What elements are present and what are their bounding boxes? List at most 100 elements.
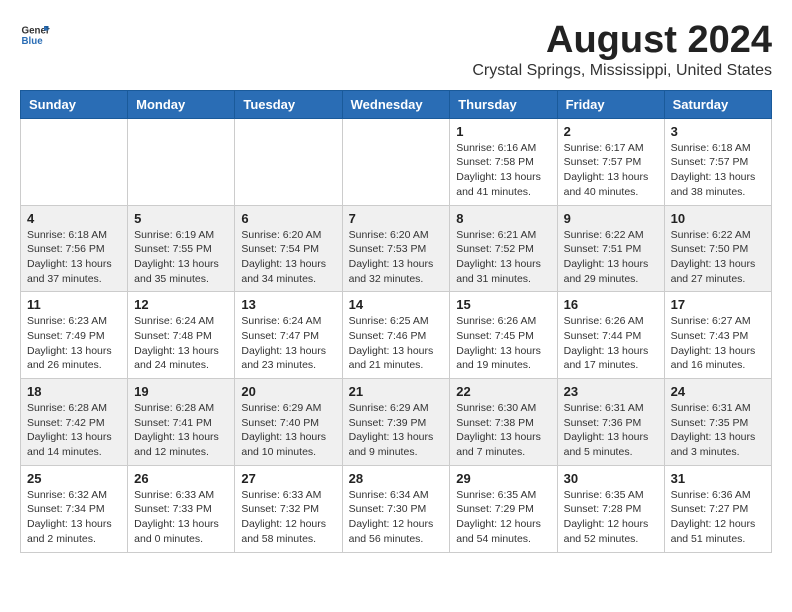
cell-date: 29 xyxy=(456,471,550,486)
cell-info: Sunrise: 6:24 AMSunset: 7:48 PMDaylight:… xyxy=(134,314,228,373)
calendar-cell: 19Sunrise: 6:28 AMSunset: 7:41 PMDayligh… xyxy=(128,379,235,466)
cell-info: Sunrise: 6:27 AMSunset: 7:43 PMDaylight:… xyxy=(671,314,765,373)
svg-text:Blue: Blue xyxy=(22,36,44,47)
day-header-tuesday: Tuesday xyxy=(235,90,342,118)
cell-info: Sunrise: 6:34 AMSunset: 7:30 PMDaylight:… xyxy=(349,488,444,547)
day-header-thursday: Thursday xyxy=(450,90,557,118)
cell-date: 10 xyxy=(671,211,765,226)
cell-info: Sunrise: 6:29 AMSunset: 7:39 PMDaylight:… xyxy=(349,401,444,460)
cell-date: 3 xyxy=(671,124,765,139)
calendar-cell: 25 Sunrise: 6:32 AMSunset: 7:34 PMDayligh… xyxy=(21,465,128,552)
calendar-cell: 29Sunrise: 6:35 AMSunset: 7:29 PMDayligh… xyxy=(450,465,557,552)
cell-date: 8 xyxy=(456,211,550,226)
cell-info: Sunrise: 6:35 AMSunset: 7:28 PMDaylight:… xyxy=(564,488,658,547)
cell-date: 1 xyxy=(456,124,550,139)
cell-info: Sunrise: 6:25 AMSunset: 7:46 PMDaylight:… xyxy=(349,314,444,373)
cell-info: Sunrise: 6:16 AMSunset: 7:58 PMDaylight:… xyxy=(456,141,550,200)
cell-date: 27 xyxy=(241,471,335,486)
calendar-cell xyxy=(21,118,128,205)
cell-info: Sunrise: 6:18 AMSunset: 7:56 PMDaylight:… xyxy=(27,228,121,287)
calendar-cell xyxy=(235,118,342,205)
calendar-cell: 17 Sunrise: 6:27 AMSunset: 7:43 PMDayligh… xyxy=(664,292,771,379)
cell-info: Sunrise: 6:22 AMSunset: 7:51 PMDaylight:… xyxy=(564,228,658,287)
cell-info: Sunrise: 6:33 AMSunset: 7:33 PMDaylight:… xyxy=(134,488,228,547)
cell-date: 25 xyxy=(27,471,121,486)
cell-date: 26 xyxy=(134,471,228,486)
cell-info: Sunrise: 6:28 AMSunset: 7:42 PMDaylight:… xyxy=(27,401,121,460)
cell-date: 13 xyxy=(241,297,335,312)
calendar-cell: 9Sunrise: 6:22 AMSunset: 7:51 PMDaylight… xyxy=(557,205,664,292)
calendar-cell xyxy=(342,118,450,205)
calendar-cell: 12 Sunrise: 6:24 AMSunset: 7:48 PMDayligh… xyxy=(128,292,235,379)
cell-info: Sunrise: 6:20 AMSunset: 7:54 PMDaylight:… xyxy=(241,228,335,287)
cell-date: 7 xyxy=(349,211,444,226)
cell-info: Sunrise: 6:29 AMSunset: 7:40 PMDaylight:… xyxy=(241,401,335,460)
cell-info: Sunrise: 6:33 AMSunset: 7:32 PMDaylight:… xyxy=(241,488,335,547)
cell-date: 24 xyxy=(671,384,765,399)
calendar-cell: 24 Sunrise: 6:31 AMSunset: 7:35 PMDayligh… xyxy=(664,379,771,466)
location-title: Crystal Springs, Mississippi, United Sta… xyxy=(472,62,772,80)
calendar-cell: 14 Sunrise: 6:25 AMSunset: 7:46 PMDayligh… xyxy=(342,292,450,379)
cell-info: Sunrise: 6:20 AMSunset: 7:53 PMDaylight:… xyxy=(349,228,444,287)
cell-info: Sunrise: 6:21 AMSunset: 7:52 PMDaylight:… xyxy=(456,228,550,287)
cell-info: Sunrise: 6:17 AMSunset: 7:57 PMDaylight:… xyxy=(564,141,658,200)
day-header-monday: Monday xyxy=(128,90,235,118)
cell-info: Sunrise: 6:32 AMSunset: 7:34 PMDaylight:… xyxy=(27,488,121,547)
calendar-cell: 13 Sunrise: 6:24 AMSunset: 7:47 PMDayligh… xyxy=(235,292,342,379)
cell-date: 15 xyxy=(456,297,550,312)
cell-info: Sunrise: 6:26 AMSunset: 7:45 PMDaylight:… xyxy=(456,314,550,373)
calendar-cell: 30 Sunrise: 6:35 AMSunset: 7:28 PMDayligh… xyxy=(557,465,664,552)
cell-date: 31 xyxy=(671,471,765,486)
cell-info: Sunrise: 6:30 AMSunset: 7:38 PMDaylight:… xyxy=(456,401,550,460)
cell-date: 12 xyxy=(134,297,228,312)
calendar-cell: 23Sunrise: 6:31 AMSunset: 7:36 PMDayligh… xyxy=(557,379,664,466)
calendar-table: SundayMondayTuesdayWednesdayThursdayFrid… xyxy=(20,90,772,553)
cell-date: 21 xyxy=(349,384,444,399)
cell-info: Sunrise: 6:31 AMSunset: 7:35 PMDaylight:… xyxy=(671,401,765,460)
header-row: SundayMondayTuesdayWednesdayThursdayFrid… xyxy=(21,90,772,118)
cell-info: Sunrise: 6:18 AMSunset: 7:57 PMDaylight:… xyxy=(671,141,765,200)
calendar-cell: 6 Sunrise: 6:20 AMSunset: 7:54 PMDaylight… xyxy=(235,205,342,292)
calendar-cell: 20Sunrise: 6:29 AMSunset: 7:40 PMDayligh… xyxy=(235,379,342,466)
cell-date: 11 xyxy=(27,297,121,312)
calendar-cell: 1 Sunrise: 6:16 AMSunset: 7:58 PMDaylight… xyxy=(450,118,557,205)
week-row-2: 4Sunrise: 6:18 AMSunset: 7:56 PMDaylight… xyxy=(21,205,772,292)
cell-info: Sunrise: 6:36 AMSunset: 7:27 PMDaylight:… xyxy=(671,488,765,547)
cell-date: 14 xyxy=(349,297,444,312)
cell-info: Sunrise: 6:24 AMSunset: 7:47 PMDaylight:… xyxy=(241,314,335,373)
calendar-cell: 11 Sunrise: 6:23 AMSunset: 7:49 PMDayligh… xyxy=(21,292,128,379)
week-row-4: 18Sunrise: 6:28 AMSunset: 7:42 PMDayligh… xyxy=(21,379,772,466)
cell-date: 30 xyxy=(564,471,658,486)
day-header-wednesday: Wednesday xyxy=(342,90,450,118)
title-section: August 2024 Crystal Springs, Mississippi… xyxy=(472,20,772,80)
calendar-cell: 16 Sunrise: 6:26 AMSunset: 7:44 PMDayligh… xyxy=(557,292,664,379)
cell-date: 6 xyxy=(241,211,335,226)
logo: General Blue xyxy=(20,20,50,50)
calendar-cell: 10Sunrise: 6:22 AMSunset: 7:50 PMDayligh… xyxy=(664,205,771,292)
calendar-cell: 15 Sunrise: 6:26 AMSunset: 7:45 PMDayligh… xyxy=(450,292,557,379)
week-row-3: 11 Sunrise: 6:23 AMSunset: 7:49 PMDayligh… xyxy=(21,292,772,379)
calendar-cell: 21 Sunrise: 6:29 AMSunset: 7:39 PMDayligh… xyxy=(342,379,450,466)
calendar-cell: 22Sunrise: 6:30 AMSunset: 7:38 PMDayligh… xyxy=(450,379,557,466)
calendar-cell: 27 Sunrise: 6:33 AMSunset: 7:32 PMDayligh… xyxy=(235,465,342,552)
calendar-cell: 3 Sunrise: 6:18 AMSunset: 7:57 PMDaylight… xyxy=(664,118,771,205)
calendar-cell: 18Sunrise: 6:28 AMSunset: 7:42 PMDayligh… xyxy=(21,379,128,466)
cell-date: 28 xyxy=(349,471,444,486)
cell-info: Sunrise: 6:23 AMSunset: 7:49 PMDaylight:… xyxy=(27,314,121,373)
logo-icon: General Blue xyxy=(20,20,50,50)
cell-date: 5 xyxy=(134,211,228,226)
calendar-cell: 31 Sunrise: 6:36 AMSunset: 7:27 PMDayligh… xyxy=(664,465,771,552)
cell-info: Sunrise: 6:28 AMSunset: 7:41 PMDaylight:… xyxy=(134,401,228,460)
calendar-cell: 7 Sunrise: 6:20 AMSunset: 7:53 PMDaylight… xyxy=(342,205,450,292)
month-title: August 2024 xyxy=(472,20,772,62)
calendar-cell: 8 Sunrise: 6:21 AMSunset: 7:52 PMDaylight… xyxy=(450,205,557,292)
calendar-cell: 4Sunrise: 6:18 AMSunset: 7:56 PMDaylight… xyxy=(21,205,128,292)
day-header-friday: Friday xyxy=(557,90,664,118)
cell-info: Sunrise: 6:19 AMSunset: 7:55 PMDaylight:… xyxy=(134,228,228,287)
cell-date: 17 xyxy=(671,297,765,312)
day-header-sunday: Sunday xyxy=(21,90,128,118)
cell-date: 16 xyxy=(564,297,658,312)
cell-info: Sunrise: 6:26 AMSunset: 7:44 PMDaylight:… xyxy=(564,314,658,373)
calendar-cell: 2Sunrise: 6:17 AMSunset: 7:57 PMDaylight… xyxy=(557,118,664,205)
cell-info: Sunrise: 6:31 AMSunset: 7:36 PMDaylight:… xyxy=(564,401,658,460)
